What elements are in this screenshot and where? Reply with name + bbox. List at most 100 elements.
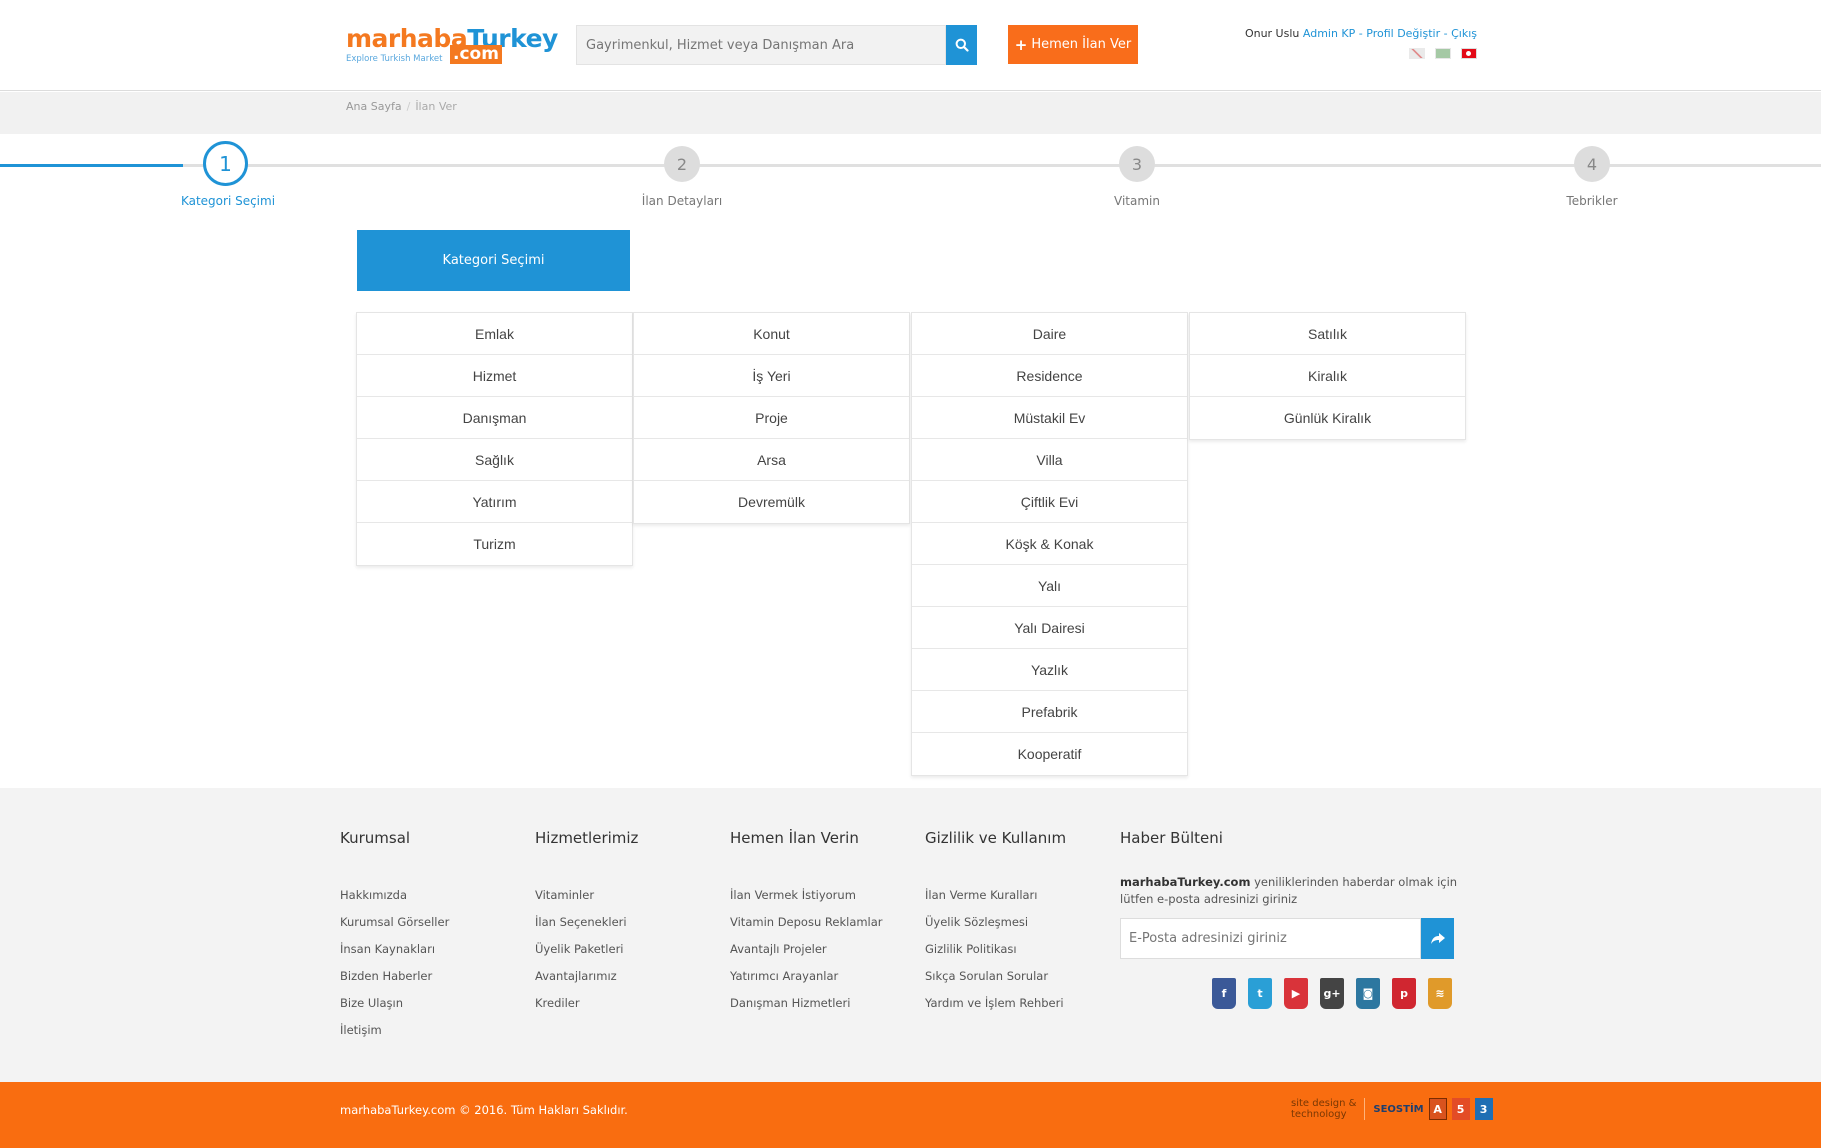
category-option[interactable]: İş Yeri [634, 355, 909, 397]
designer-brand: SEOSTİM [1373, 1103, 1424, 1115]
instagram-icon[interactable]: ◙ [1356, 978, 1380, 1009]
search-icon [955, 38, 969, 52]
category-option[interactable]: Proje [634, 397, 909, 439]
footer-link[interactable]: İletişim [340, 1017, 449, 1044]
newsletter-brand: marhabaTurkey.com [1120, 875, 1251, 889]
footer-link[interactable]: Bize Ulaşın [340, 990, 449, 1017]
category-selection-title: Kategori Seçimi [357, 230, 630, 291]
designer-credit[interactable]: site design & technology SEOSTİM A 5 3 [1291, 1098, 1493, 1120]
footer-link[interactable]: Vitamin Deposu Reklamlar [730, 909, 883, 936]
category-option[interactable]: Yazlık [912, 649, 1187, 691]
category-option[interactable]: Daire [912, 313, 1187, 355]
bottom-bar [0, 1082, 1821, 1148]
category-option[interactable]: Kooperatif [912, 733, 1187, 775]
footer-heading: Hizmetlerimiz [535, 829, 639, 847]
category-option[interactable]: Çiftlik Evi [912, 481, 1187, 523]
category-column-3: Daire Residence Müstakil Ev Villa Çiftli… [911, 312, 1188, 776]
category-option[interactable]: Emlak [357, 313, 632, 355]
category-option[interactable]: Hizmet [357, 355, 632, 397]
category-option[interactable]: Yalı Dairesi [912, 607, 1187, 649]
flag-ar-icon[interactable] [1435, 48, 1451, 59]
site-header: marhabaTurkey .com Explore Turkish Marke… [0, 0, 1821, 91]
category-option[interactable]: Turizm [357, 523, 632, 565]
facebook-icon[interactable]: f [1212, 978, 1236, 1009]
footer-link[interactable]: Yardım ve İşlem Rehberi [925, 990, 1066, 1017]
newsletter-email-input[interactable] [1120, 918, 1421, 959]
footer-link[interactable]: Sıkça Sorulan Sorular [925, 963, 1066, 990]
footer-link[interactable]: Vitaminler [535, 882, 638, 909]
footer-heading: Haber Bülteni [1120, 829, 1223, 847]
site-logo[interactable]: marhabaTurkey .com Explore Turkish Marke… [346, 24, 558, 66]
logo-part1: marhaba [346, 24, 468, 53]
breadcrumb-current: İlan Ver [415, 100, 457, 113]
category-option[interactable]: Kiralık [1190, 355, 1465, 397]
newsletter-description: marhabaTurkey.com yeniliklerinden haberd… [1120, 874, 1490, 908]
social-links: f t ▶ g+ ◙ p ≋ [1212, 978, 1452, 1009]
category-option[interactable]: Satılık [1190, 313, 1465, 355]
footer-heading: Gizlilik ve Kullanım [925, 829, 1067, 847]
twitter-icon[interactable]: t [1248, 978, 1272, 1009]
footer-column-kurumsal: Kurumsal Hakkımızda Kurumsal Görseller İ… [340, 829, 449, 1044]
footer-link[interactable]: İlan Verme Kuralları [925, 882, 1066, 909]
breadcrumb: Ana Sayfa / İlan Ver [346, 100, 457, 113]
category-option[interactable]: Residence [912, 355, 1187, 397]
footer-link[interactable]: Kurumsal Görseller [340, 909, 449, 936]
step-4-circle: 4 [1574, 146, 1610, 182]
footer-link[interactable]: Krediler [535, 990, 638, 1017]
footer-column-hizmetler: Hizmetlerimiz Vitaminler İlan Seçenekler… [535, 829, 638, 1017]
step-line-done [0, 164, 183, 167]
footer-heading: Kurumsal [340, 829, 411, 847]
category-option[interactable]: Müstakil Ev [912, 397, 1187, 439]
category-option[interactable]: Villa [912, 439, 1187, 481]
step-2-circle: 2 [664, 146, 700, 182]
category-column-1: Emlak Hizmet Danışman Sağlık Yatırım Tur… [356, 312, 633, 566]
category-option[interactable]: Yalı [912, 565, 1187, 607]
step-3-circle: 3 [1119, 146, 1155, 182]
footer-link[interactable]: Avantajlarımız [535, 963, 638, 990]
category-option[interactable]: Danışman [357, 397, 632, 439]
footer-link[interactable]: İlan Seçenekleri [535, 909, 638, 936]
category-option[interactable]: Köşk & Konak [912, 523, 1187, 565]
css3-icon: 3 [1474, 1098, 1493, 1120]
category-option[interactable]: Yatırım [357, 481, 632, 523]
youtube-icon[interactable]: ▶ [1284, 978, 1308, 1009]
footer-link[interactable]: Gizlilik Politikası [925, 936, 1066, 963]
footer-link[interactable]: Üyelik Paketleri [535, 936, 638, 963]
footer-link[interactable]: Avantajlı Projeler [730, 936, 883, 963]
newsletter-submit-button[interactable] [1421, 918, 1454, 959]
credit-line-1: site design & [1291, 1098, 1357, 1109]
category-option[interactable]: Devremülk [634, 481, 909, 523]
footer-link[interactable]: Bizden Haberler [340, 963, 449, 990]
search-input[interactable] [576, 25, 946, 65]
logo-suffix: .com [450, 45, 502, 64]
footer-link[interactable]: Yatırımcı Arayanlar [730, 963, 883, 990]
profile-link[interactable]: Profil Değiştir [1366, 27, 1440, 40]
footer-link[interactable]: Hakkımızda [340, 882, 449, 909]
user-name: Onur Uslu [1244, 27, 1300, 40]
footer-link[interactable]: İlan Vermek İstiyorum [730, 882, 883, 909]
footer-link[interactable]: İnsan Kaynakları [340, 936, 449, 963]
category-option[interactable]: Prefabrik [912, 691, 1187, 733]
google-plus-icon[interactable]: g+ [1320, 978, 1344, 1009]
search-button[interactable] [946, 25, 977, 65]
admin-panel-link[interactable]: Admin KP [1303, 27, 1355, 40]
category-option[interactable]: Konut [634, 313, 909, 355]
footer-link[interactable]: Üyelik Sözleşmesi [925, 909, 1066, 936]
logout-link[interactable]: Çıkış [1451, 27, 1477, 40]
post-listing-button[interactable]: + Hemen İlan Ver [1008, 25, 1138, 64]
breadcrumb-home[interactable]: Ana Sayfa [346, 100, 402, 113]
step-1-circle: 1 [203, 141, 248, 186]
footer-link[interactable]: Danışman Hizmetleri [730, 990, 883, 1017]
category-column-2: Konut İş Yeri Proje Arsa Devremülk [633, 312, 910, 524]
footer-column-gizlilik: Gizlilik ve Kullanım İlan Verme Kurallar… [925, 829, 1066, 1017]
footer-column-ilan: Hemen İlan Verin İlan Vermek İstiyorum V… [730, 829, 883, 1017]
category-option[interactable]: Arsa [634, 439, 909, 481]
flag-en-icon[interactable] [1409, 48, 1425, 59]
rss-icon[interactable]: ≋ [1428, 978, 1452, 1009]
category-option[interactable]: Günlük Kiralık [1190, 397, 1465, 439]
breadcrumb-bar [0, 92, 1821, 134]
step-1-label: Kategori Seçimi [180, 194, 276, 208]
pinterest-icon[interactable]: p [1392, 978, 1416, 1009]
flag-tr-icon[interactable] [1461, 48, 1477, 59]
category-option[interactable]: Sağlık [357, 439, 632, 481]
